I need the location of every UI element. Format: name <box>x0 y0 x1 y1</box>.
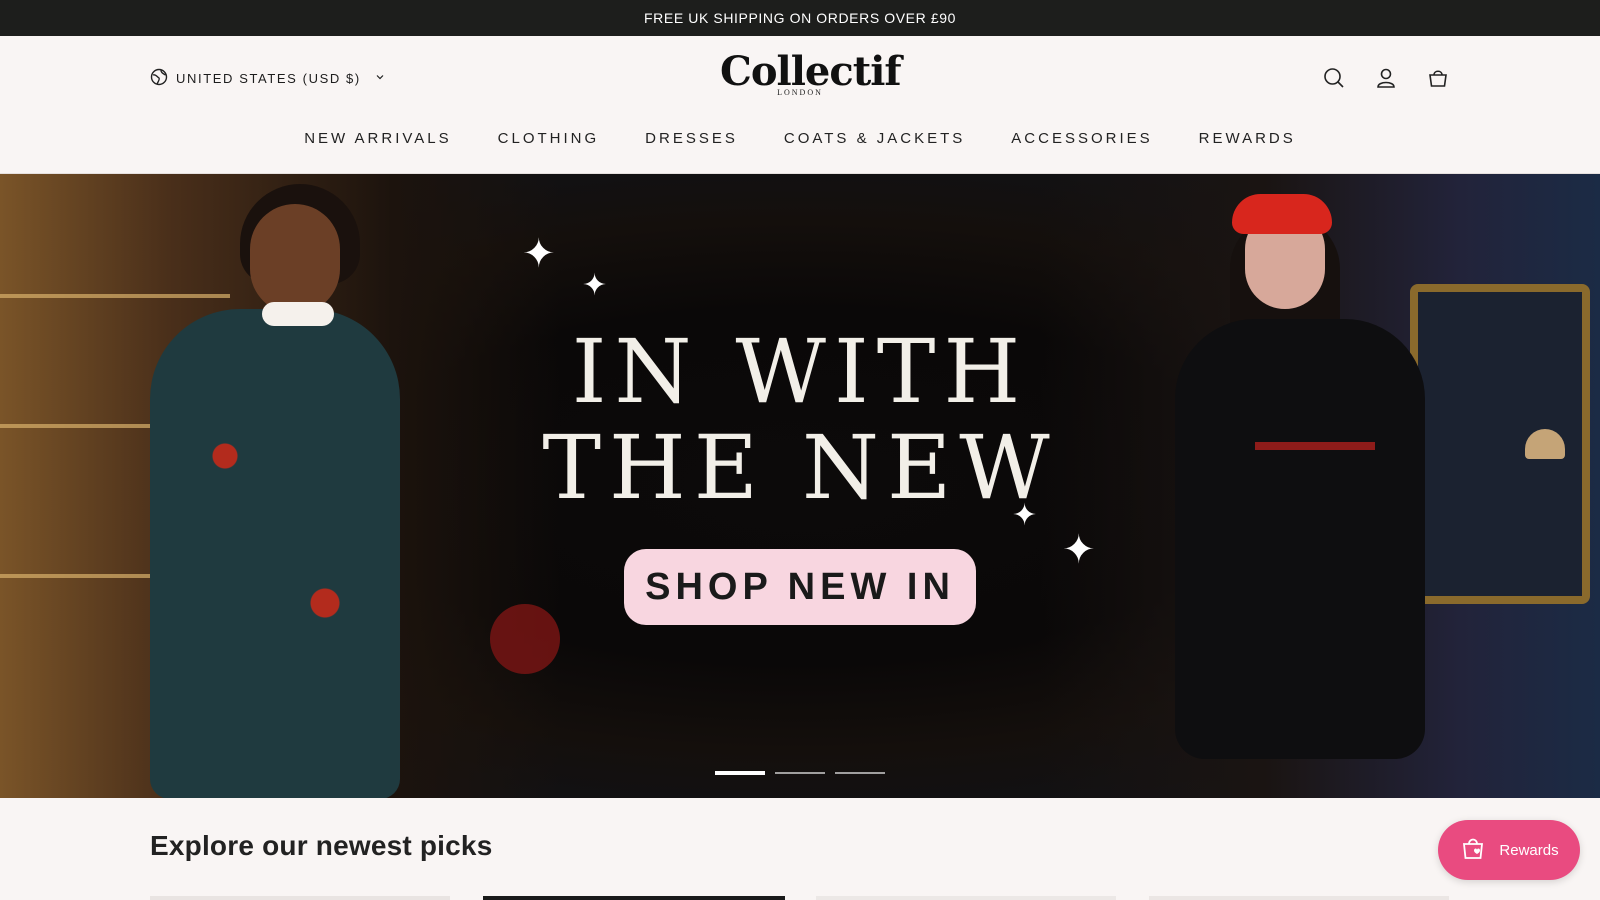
globe-icon <box>150 68 168 89</box>
nav-item-accessories[interactable]: ACCESSORIES <box>1011 130 1152 147</box>
slide-indicator-2[interactable] <box>775 772 825 774</box>
locale-label: UNITED STATES (USD $) <box>176 71 361 86</box>
search-icon[interactable] <box>1322 66 1346 90</box>
chevron-down-icon <box>375 72 385 85</box>
model-left-collar <box>262 302 334 326</box>
sparkle-icon: ✦ <box>522 232 556 276</box>
product-card-preview[interactable] <box>483 896 785 900</box>
header-actions <box>1322 66 1450 90</box>
hero-headline: IN WITH THE NEW <box>500 324 1100 516</box>
model-right-belt <box>1255 442 1375 450</box>
slide-indicator-3[interactable] <box>835 772 885 774</box>
shopping-bag-heart-icon <box>1459 834 1487 866</box>
slide-indicator-1[interactable] <box>715 771 765 775</box>
model-left-head <box>250 204 340 314</box>
rewards-label: Rewards <box>1499 841 1559 859</box>
announcement-text: FREE UK SHIPPING ON ORDERS OVER £90 <box>644 10 956 26</box>
shop-new-in-button[interactable]: SHOP NEW IN <box>624 549 976 625</box>
site-logo[interactable]: Collectif LONDON <box>720 50 902 98</box>
red-telephone <box>490 604 560 674</box>
main-nav: NEW ARRIVALS CLOTHING DRESSES COATS & JA… <box>0 130 1600 147</box>
hero-banner[interactable]: ✦ ✦ ✦ ✦ IN WITH THE NEW SHOP NEW IN <box>0 174 1600 798</box>
sparkle-icon: ✦ <box>582 269 608 302</box>
cabinet-shelf <box>0 294 230 298</box>
model-right-beret <box>1232 194 1332 234</box>
announcement-bar: FREE UK SHIPPING ON ORDERS OVER £90 <box>0 0 1600 36</box>
section-title: Explore our newest picks <box>150 830 493 861</box>
nav-item-dresses[interactable]: DRESSES <box>645 130 738 147</box>
model-right-dress <box>1175 319 1425 759</box>
slide-indicators <box>715 771 885 775</box>
locale-selector[interactable]: UNITED STATES (USD $) <box>150 68 385 89</box>
hero-headline-line1: IN WITH <box>571 320 1029 423</box>
hero-headline-line2: THE NEW <box>542 416 1058 519</box>
cart-icon[interactable] <box>1426 66 1450 90</box>
rewards-widget-button[interactable]: Rewards <box>1438 820 1580 880</box>
site-header: UNITED STATES (USD $) Collectif LONDON N… <box>0 36 1600 174</box>
nav-item-clothing[interactable]: CLOTHING <box>498 130 600 147</box>
product-card-preview[interactable] <box>816 896 1116 900</box>
nav-item-new-arrivals[interactable]: NEW ARRIVALS <box>304 130 451 147</box>
product-card-preview[interactable] <box>1149 896 1449 900</box>
sparkle-icon: ✦ <box>1062 528 1096 572</box>
product-card-preview[interactable] <box>150 896 450 900</box>
model-left-dress <box>150 309 400 798</box>
nav-item-rewards[interactable]: REWARDS <box>1199 130 1296 147</box>
nav-item-coats-jackets[interactable]: COATS & JACKETS <box>784 130 965 147</box>
account-icon[interactable] <box>1374 66 1398 90</box>
